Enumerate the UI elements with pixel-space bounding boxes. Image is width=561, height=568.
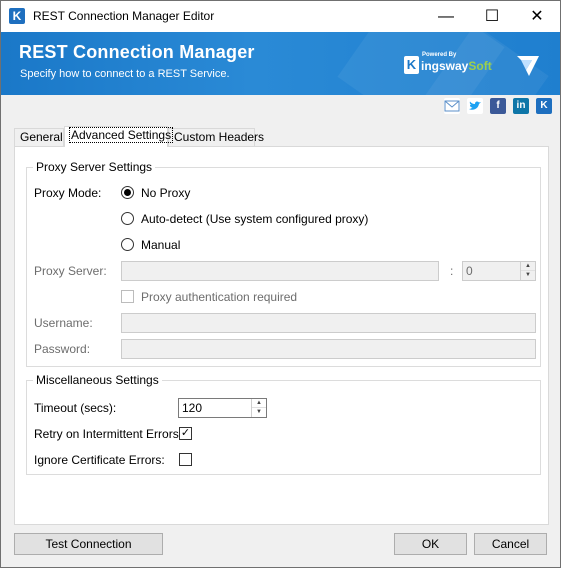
- kingswaysoft-logo: Powered By K ingswaySoft: [404, 52, 500, 76]
- facebook-icon[interactable]: f: [490, 98, 506, 114]
- timeout-stepper[interactable]: 120 ▲ ▼: [178, 398, 267, 418]
- radio-no-proxy[interactable]: [121, 186, 134, 199]
- username-input[interactable]: [121, 313, 536, 333]
- radio-auto-detect[interactable]: [121, 212, 134, 225]
- timeout-down-icon[interactable]: ▼: [252, 408, 266, 417]
- proxy-server-input[interactable]: [121, 261, 439, 281]
- proxy-settings-title: Proxy Server Settings: [33, 160, 156, 174]
- retry-label: Retry on Intermittent Errors:: [34, 427, 183, 441]
- advanced-settings-panel: Proxy Server Settings Proxy Mode: No Pro…: [14, 146, 549, 525]
- brand-name: ingsway: [421, 59, 469, 73]
- tab-general-label: General: [20, 130, 63, 144]
- header-banner: REST Connection Manager Specify how to c…: [1, 32, 560, 95]
- linkedin-icon[interactable]: in: [513, 98, 529, 114]
- kingsway-icon[interactable]: K: [536, 98, 552, 114]
- editor-window: K REST Connection Manager Editor — ☐ ✕ R…: [0, 0, 561, 568]
- app-icon: K: [9, 8, 25, 24]
- connector-logo-icon: [517, 56, 539, 76]
- banner-subtitle: Specify how to connect to a REST Service…: [20, 68, 230, 80]
- proxy-auth-label: Proxy authentication required: [141, 290, 298, 304]
- proxy-mode-label: Proxy Mode:: [34, 186, 102, 200]
- brand-name-soft: Soft: [468, 59, 492, 73]
- twitter-icon[interactable]: [467, 98, 483, 114]
- maximize-icon: ☐: [484, 8, 500, 25]
- title-bar: K REST Connection Manager Editor — ☐ ✕: [1, 1, 560, 32]
- misc-settings-title: Miscellaneous Settings: [33, 373, 162, 387]
- password-label: Password:: [34, 342, 91, 356]
- misc-settings-group: Miscellaneous Settings Timeout (secs): 1…: [26, 373, 541, 475]
- ok-button[interactable]: OK: [394, 533, 467, 555]
- proxy-server-label: Proxy Server:: [34, 264, 107, 278]
- tab-custom-headers-label: Custom Headers: [174, 130, 265, 144]
- minimize-icon: —: [438, 8, 454, 25]
- no-proxy-label[interactable]: No Proxy: [141, 186, 190, 200]
- port-separator: :: [450, 264, 454, 278]
- ignore-cert-checkbox[interactable]: [179, 453, 192, 466]
- proxy-settings-group: Proxy Server Settings Proxy Mode: No Pro…: [26, 160, 541, 367]
- close-button[interactable]: ✕: [514, 1, 560, 32]
- timeout-value: 120: [182, 401, 203, 415]
- close-icon: ✕: [530, 8, 544, 25]
- test-connection-button[interactable]: Test Connection: [14, 533, 163, 555]
- window-title: REST Connection Manager Editor: [33, 9, 215, 23]
- tab-general[interactable]: General: [14, 128, 64, 146]
- manual-label[interactable]: Manual: [141, 238, 180, 252]
- powered-by-text: Powered By: [422, 52, 457, 58]
- timeout-up-icon[interactable]: ▲: [252, 399, 266, 408]
- radio-manual[interactable]: [121, 238, 134, 251]
- tab-advanced-settings-label: Advanced Settings: [68, 127, 174, 143]
- retry-checkbox[interactable]: ✓: [179, 427, 192, 440]
- auto-detect-label[interactable]: Auto-detect (Use system configured proxy…: [141, 212, 368, 226]
- kingsway-k-icon: K: [404, 56, 419, 74]
- timeout-label: Timeout (secs):: [34, 401, 117, 415]
- maximize-button[interactable]: ☐: [469, 1, 515, 32]
- proxy-auth-checkbox[interactable]: [121, 290, 134, 303]
- banner-title: REST Connection Manager: [19, 42, 255, 62]
- email-icon[interactable]: [444, 98, 460, 114]
- tab-advanced-settings[interactable]: Advanced Settings: [64, 126, 174, 147]
- username-label: Username:: [34, 316, 93, 330]
- cancel-button[interactable]: Cancel: [474, 533, 547, 555]
- check-icon: ✓: [180, 427, 191, 439]
- port-up-icon[interactable]: ▲: [521, 262, 535, 271]
- minimize-button[interactable]: —: [423, 1, 469, 32]
- port-down-icon[interactable]: ▼: [521, 271, 535, 280]
- tab-custom-headers[interactable]: Custom Headers: [168, 128, 264, 146]
- password-input[interactable]: [121, 339, 536, 359]
- proxy-port-value: 0: [466, 264, 473, 278]
- ignore-cert-label: Ignore Certificate Errors:: [34, 453, 165, 467]
- proxy-port-stepper[interactable]: 0 ▲ ▼: [462, 261, 536, 281]
